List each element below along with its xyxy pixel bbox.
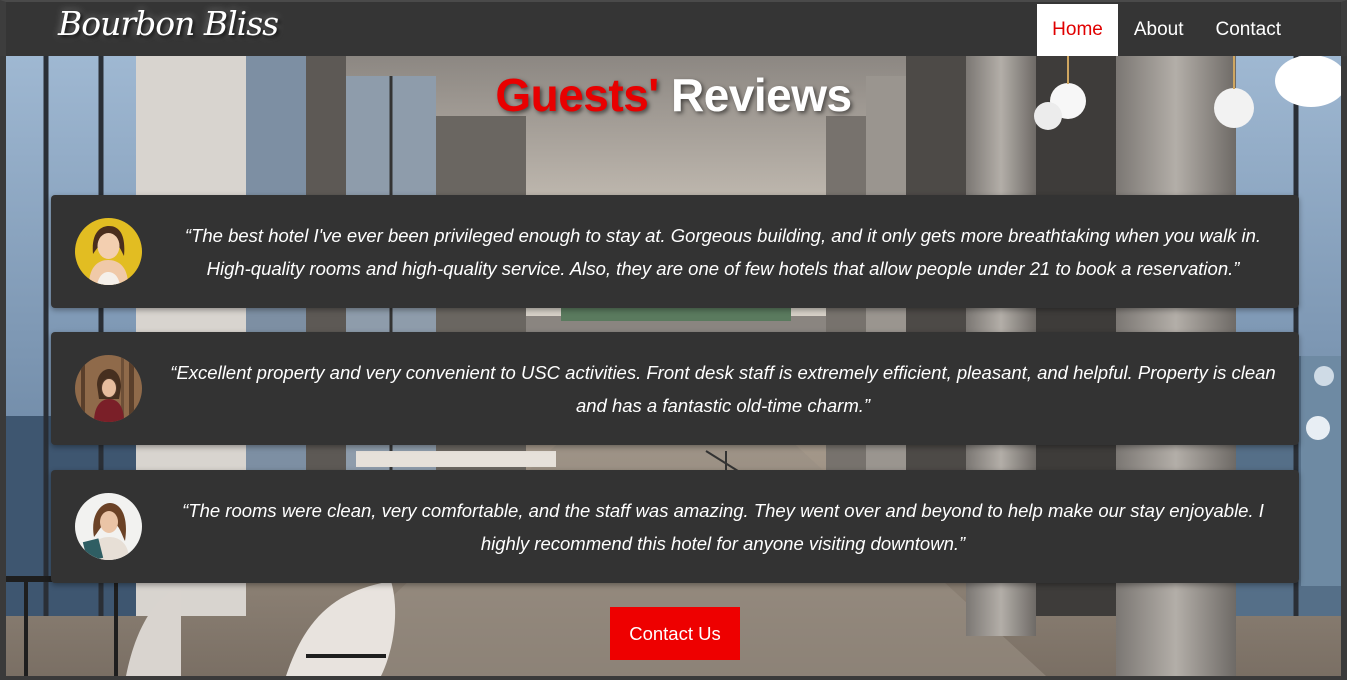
nav-item-contact[interactable]: Contact [1200, 4, 1297, 56]
review-card: “Excellent property and very convenient … [51, 332, 1299, 445]
nav-item-about[interactable]: About [1118, 4, 1200, 56]
avatar [75, 493, 142, 560]
review-card: “The rooms were clean, very comfortable,… [51, 470, 1299, 583]
reviewer-photo-icon [75, 218, 142, 285]
avatar [75, 218, 142, 285]
nav-item-home[interactable]: Home [1037, 4, 1118, 56]
review-text: “Excellent property and very convenient … [170, 362, 1276, 416]
review-text: “The best hotel I've ever been privilege… [184, 225, 1262, 279]
page-title-accent: Guests' [495, 69, 659, 121]
frame-left [0, 56, 6, 676]
frame-bottom [0, 676, 1347, 680]
navbar: Bourbon Bliss Home About Contact [0, 0, 1347, 56]
review-text: “The rooms were clean, very comfortable,… [182, 500, 1264, 554]
review-card: “The best hotel I've ever been privilege… [51, 195, 1299, 308]
reviewer-photo-icon [75, 355, 142, 422]
frame-right [1341, 56, 1347, 676]
page-title-main: Reviews [671, 69, 852, 121]
reviewer-photo-icon [75, 493, 142, 560]
avatar [75, 355, 142, 422]
brand-logo[interactable]: Bourbon Bliss [58, 4, 279, 43]
page-title: Guests' Reviews [0, 68, 1347, 122]
contact-us-button[interactable]: Contact Us [610, 607, 740, 660]
nav-menu: Home About Contact [1037, 4, 1297, 56]
